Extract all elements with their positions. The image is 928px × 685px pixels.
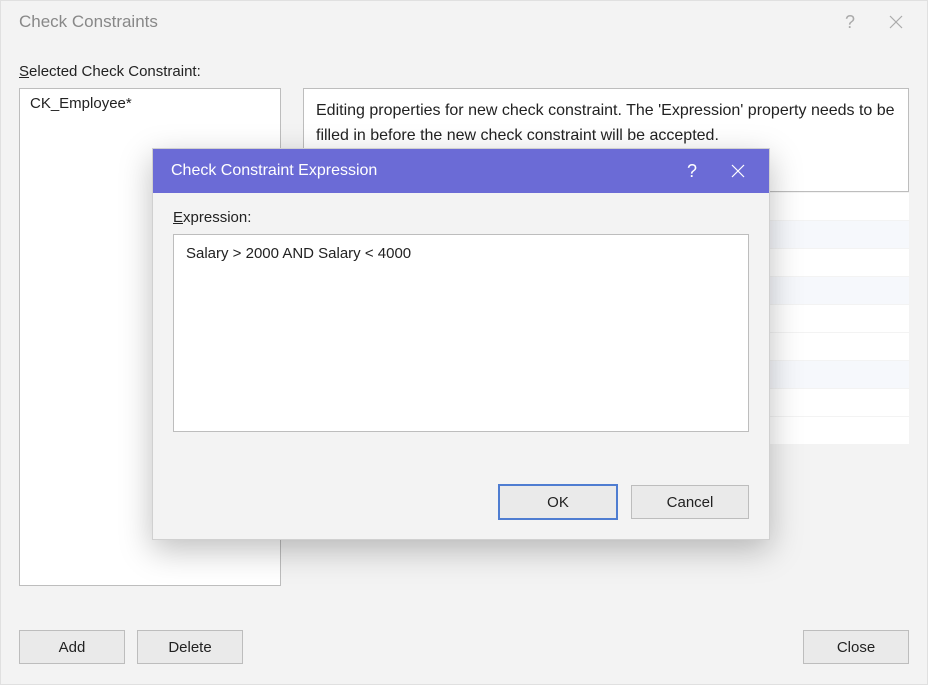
- expression-label: Expression:: [173, 209, 749, 226]
- help-icon: ?: [687, 161, 697, 182]
- expression-titlebar: Check Constraint Expression ?: [153, 149, 769, 193]
- expression-dialog: Check Constraint Expression ? Expression…: [152, 148, 770, 540]
- ok-button[interactable]: OK: [499, 485, 617, 519]
- expression-dialog-title: Check Constraint Expression: [171, 162, 669, 180]
- help-button[interactable]: ?: [827, 3, 873, 41]
- expression-textarea[interactable]: [173, 234, 749, 432]
- dialog-titlebar: Check Constraints ?: [1, 1, 927, 43]
- close-button-label: Close: [837, 639, 875, 656]
- dialog-title: Check Constraints: [19, 12, 827, 32]
- help-icon: ?: [845, 12, 855, 33]
- add-button[interactable]: Add: [19, 630, 125, 664]
- close-button[interactable]: Close: [803, 630, 909, 664]
- ok-button-label: OK: [547, 494, 569, 511]
- selected-constraint-label: Selected Check Constraint:: [19, 63, 909, 80]
- expression-button-row: OK Cancel: [499, 485, 749, 519]
- expression-help-button[interactable]: ?: [669, 151, 715, 191]
- cancel-button[interactable]: Cancel: [631, 485, 749, 519]
- add-button-label: Add: [59, 639, 86, 656]
- close-icon: [731, 164, 745, 178]
- close-icon: [889, 15, 903, 29]
- delete-button-label: Delete: [168, 639, 211, 656]
- expression-body: Expression:: [153, 193, 769, 436]
- expression-close-button[interactable]: [715, 151, 761, 191]
- dialog-button-row: Add Delete Close: [19, 630, 909, 664]
- cancel-button-label: Cancel: [667, 494, 714, 511]
- close-window-button[interactable]: [873, 3, 919, 41]
- constraint-list-item[interactable]: CK_Employee*: [26, 93, 274, 114]
- delete-button[interactable]: Delete: [137, 630, 243, 664]
